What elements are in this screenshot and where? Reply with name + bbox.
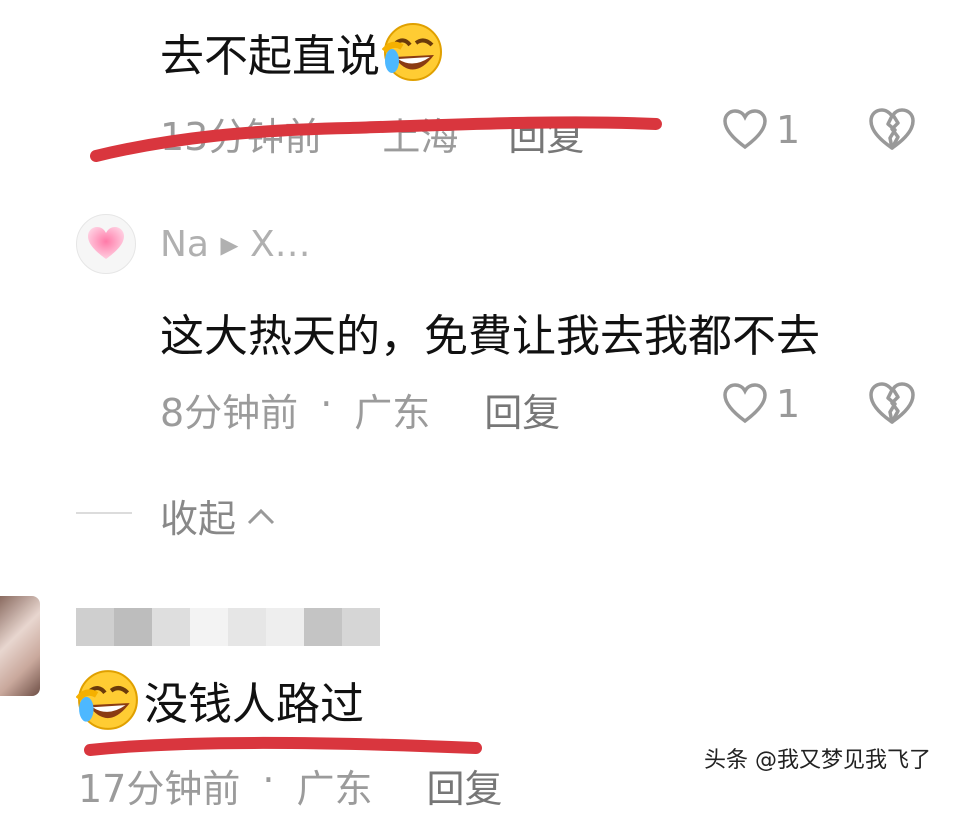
heart-outline-icon	[723, 383, 767, 424]
comment-1-time: 13分钟前	[160, 115, 323, 159]
comment-3-meta: 17分钟前 · 广东 回复	[78, 758, 502, 813]
comment-1-location: 上海	[382, 115, 459, 159]
collapse-divider	[76, 512, 132, 514]
comment-2-like-button[interactable]: 1	[722, 382, 800, 426]
comment-3-text: 没钱人路过	[144, 679, 364, 730]
comment-1-text: 去不起直说	[160, 31, 380, 82]
collapse-button[interactable]: 收起	[160, 488, 276, 543]
comment-1-like-button[interactable]: 1	[722, 108, 800, 152]
comment-1-like-count: 1	[776, 108, 801, 152]
comment-2-location: 广东	[354, 391, 431, 435]
user-avatar-partial[interactable]	[0, 596, 40, 696]
comment-2-like-count: 1	[776, 382, 801, 426]
comment-1: 去不起直说	[160, 20, 444, 84]
laughing-emoji-icon	[382, 23, 442, 81]
heart-outline-icon	[723, 109, 767, 150]
comment-2-time: 8分钟前	[160, 391, 299, 435]
chevron-up-icon	[247, 508, 275, 524]
broken-heart-icon[interactable]	[868, 108, 916, 152]
laughing-emoji-icon	[76, 670, 138, 730]
meta-separator: ·	[262, 758, 275, 802]
avatar[interactable]	[76, 214, 136, 274]
watermark: 头条 @我又梦见我飞了	[704, 748, 931, 773]
comment-2-text: 这大热天的，免費让我去我都不去	[160, 311, 820, 362]
comment-3-reply-button[interactable]: 回复	[426, 758, 502, 813]
collapse-label: 收起	[160, 497, 237, 541]
broken-heart-icon[interactable]	[868, 382, 916, 426]
comment-2-meta: 8分钟前 · 广东 回复	[160, 382, 560, 437]
comment-2-username[interactable]: Na ▸ X…	[160, 224, 311, 265]
meta-separator: ·	[320, 382, 333, 426]
comment-3-time: 17分钟前	[78, 767, 241, 811]
comment-1-meta: 13分钟前 上海 回复	[160, 106, 584, 161]
comment-1-reply-button[interactable]: 回复	[508, 106, 584, 161]
comment-3-location: 广东	[296, 767, 373, 811]
blurred-username	[76, 608, 380, 646]
comment-2-reply-button[interactable]: 回复	[484, 382, 560, 437]
pink-heart-avatar-icon	[88, 227, 124, 259]
comment-3: 没钱人路过	[76, 668, 364, 732]
